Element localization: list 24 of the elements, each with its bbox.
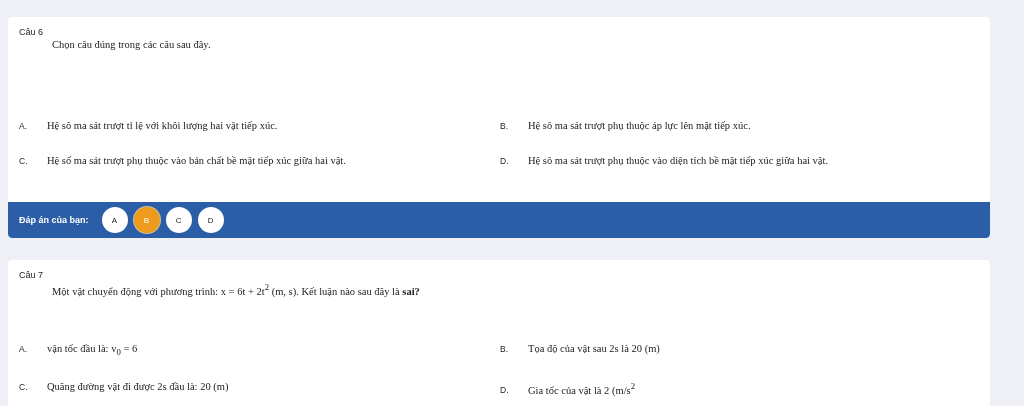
option-letter: B.: [500, 121, 510, 131]
option-text: Tọa độ của vật sau 2s là 20 (m): [528, 342, 660, 354]
answer-choice[interactable]: D: [197, 207, 224, 233]
option-text: Hệ sô ma sát trượt phụ thuộc áp lực lên mặt tiếp xúc.: [528, 120, 751, 131]
option-letter: D.: [500, 156, 510, 166]
question-number: Câu 6: [19, 27, 45, 37]
option-letter: A.: [19, 343, 29, 354]
answer-choice[interactable]: C: [165, 207, 192, 233]
option-text: Hệ sô ma sát trượt tỉ lệ với khôi lượng hai vật tiếp xúc.: [47, 120, 278, 131]
answer-label: Đáp án của bạn:: [19, 215, 89, 225]
answer-choice[interactable]: A: [101, 207, 128, 233]
option-text: Quãng đường vật đi được 2s đầu là: 20 (m): [47, 380, 229, 392]
option-letter: B.: [500, 343, 510, 354]
option-letter: A.: [19, 121, 29, 131]
option-text: Gia tốc của vật là 2 (m/s$^{2}$: [528, 380, 635, 396]
option-text: vận tốc đầu là: v$_{0}$ = 6: [47, 342, 138, 357]
option-letter: D.: [500, 385, 510, 396]
option-letter: C.: [19, 156, 29, 166]
option-letter: C.: [19, 381, 29, 392]
option-text: Hệ sô ma sát trượt phụ thuộc vào diện tích bề mặt tiếp xúc giữa hai vật.: [528, 155, 829, 166]
question-number: Câu 7: [19, 270, 45, 280]
option-text: Hệ số ma sát trượt phụ thuộc vào bản chất bề mặt tiếp xúc giữa hai vật.: [47, 155, 346, 166]
question-text: Chọn câu đúng trong các câu sau đây.: [52, 39, 212, 50]
question-text: Một vật chuyển động với phương trình: x = 6t + 2t$^{2}$ (m, s). Kết luận nào sau đây là sai?: [52, 282, 421, 297]
